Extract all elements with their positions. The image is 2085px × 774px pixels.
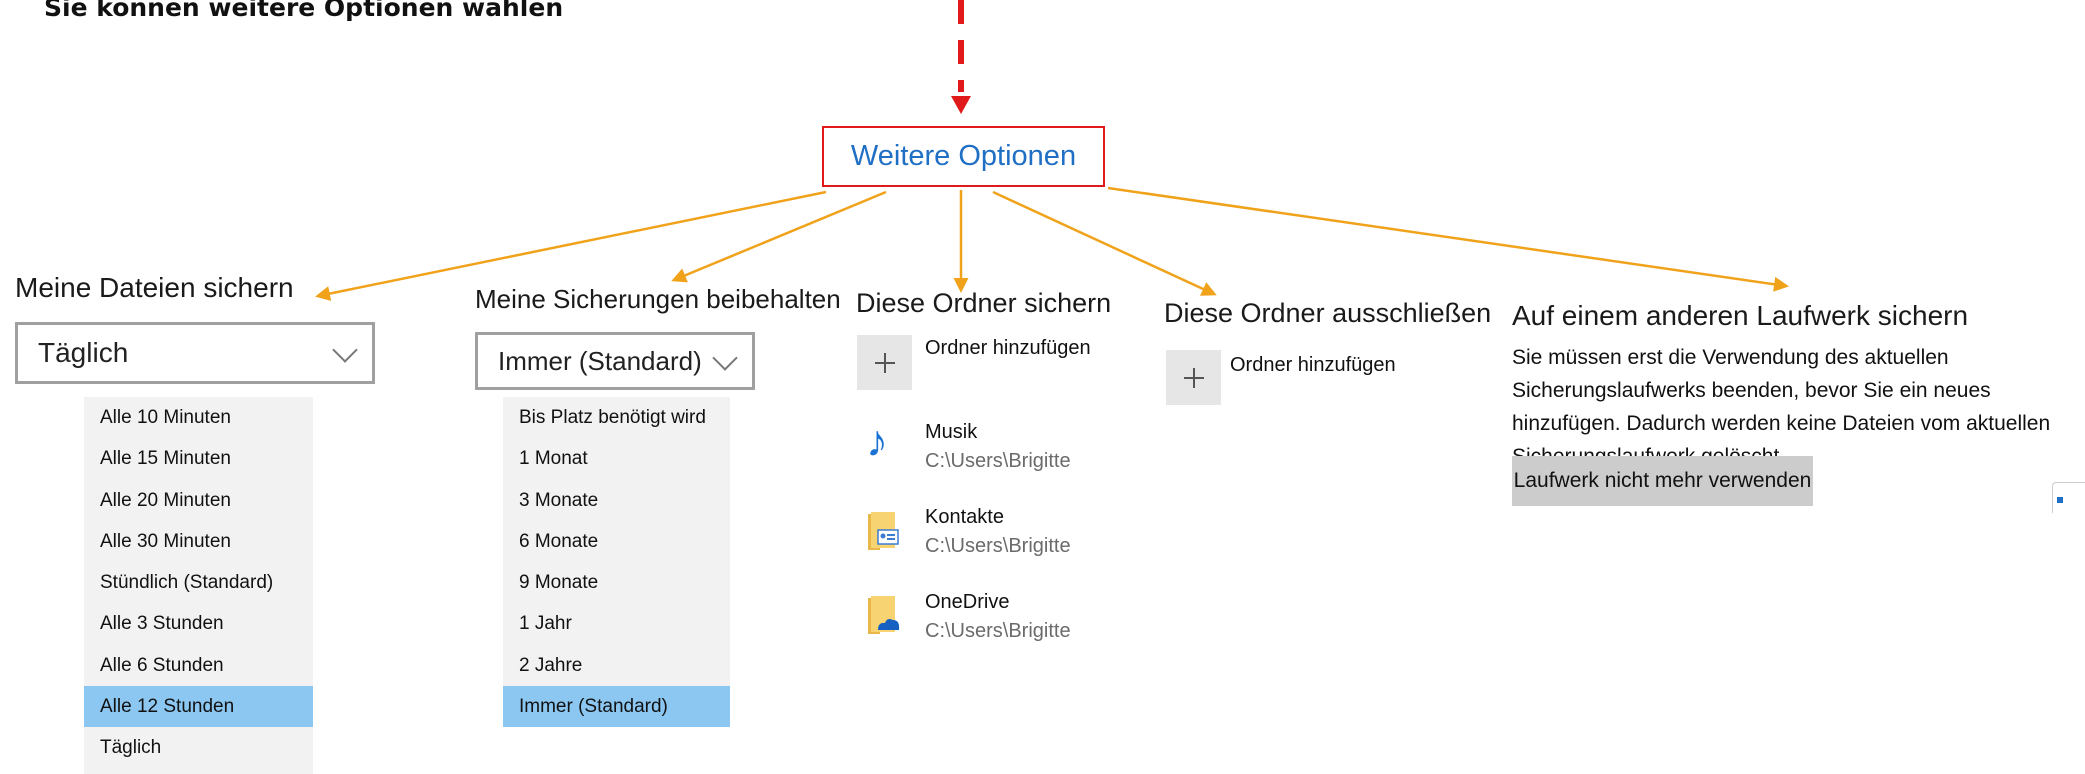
more-options-link[interactable]: Weitere Optionen <box>822 126 1105 187</box>
list-item[interactable]: Alle 15 Minuten <box>84 438 313 479</box>
list-item[interactable]: 1 Monat <box>503 438 730 479</box>
retention-list: Bis Platz benötigt wird 1 Monat 3 Monate… <box>503 397 730 728</box>
list-item[interactable]: Stündlich (Standard) <box>84 562 313 603</box>
folder-path: C:\Users\Brigitte <box>925 535 1071 557</box>
list-item[interactable]: Bis Platz benötigt wird <box>503 397 730 438</box>
backup-frequency-list: Alle 10 Minuten Alle 15 Minuten Alle 20 … <box>84 397 313 774</box>
list-item[interactable]: 9 Monate <box>503 562 730 603</box>
list-item[interactable]: 6 Monate <box>503 521 730 562</box>
list-item-selected[interactable]: Alle 12 Stunden <box>84 686 313 728</box>
dropdown-value: Täglich <box>38 337 129 368</box>
folder-path: C:\Users\Brigitte <box>925 620 1071 642</box>
caption-text: Sie können weitere Optionen wählen <box>44 0 564 22</box>
list-item[interactable]: Alle 6 Stunden <box>84 645 313 686</box>
list-item[interactable]: 2 Jahre <box>503 645 730 686</box>
list-item[interactable]: Täglich <box>84 727 313 768</box>
edge-widget-dot <box>2057 497 2063 503</box>
onedrive-folder-icon <box>868 596 900 634</box>
dropdown-value: Immer (Standard) <box>498 345 702 376</box>
music-note-icon: ♪ <box>866 417 888 466</box>
list-item[interactable]: Alle 10 Minuten <box>84 397 313 438</box>
list-item-selected[interactable]: Immer (Standard) <box>503 686 730 728</box>
list-item[interactable]: Alle 30 Minuten <box>84 521 313 562</box>
red-arrowhead <box>951 96 971 114</box>
folder-name: OneDrive <box>925 591 1010 613</box>
retention-title: Meine Sicherungen beibehalten <box>475 284 841 314</box>
other-drive-description: Sie müssen erst die Verwendung des aktue… <box>1512 346 2051 468</box>
list-item[interactable]: Alle 20 Minuten <box>84 480 313 521</box>
arrow-to-col4 <box>992 190 1217 296</box>
arrow-to-col5 <box>1107 186 1789 292</box>
add-excluded-folder-icon[interactable] <box>1166 350 1221 405</box>
arrow-to-col2 <box>671 190 887 283</box>
folder-path: C:\Users\Brigitte <box>925 450 1071 472</box>
retention-dropdown[interactable]: Immer (Standard) <box>475 332 755 390</box>
add-excluded-folder-link[interactable]: Ordner hinzufügen <box>1230 354 1396 377</box>
stop-using-drive-button[interactable]: Laufwerk nicht mehr verwenden <box>1512 456 1813 506</box>
chevron-down-icon <box>332 337 358 363</box>
add-folder-link[interactable]: Ordner hinzufügen <box>925 337 1091 360</box>
backup-frequency-title: Meine Dateien sichern <box>15 272 294 303</box>
folder-name: Musik <box>925 421 978 443</box>
add-folder-icon[interactable] <box>857 335 912 390</box>
edge-widget <box>2052 482 2085 513</box>
backup-frequency-dropdown[interactable]: Täglich <box>15 322 375 384</box>
folder-name: Kontakte <box>925 506 1004 528</box>
include-folders-title: Diese Ordner sichern <box>856 288 1112 318</box>
other-drive-title: Auf einem anderen Laufwerk sichern <box>1512 300 1969 331</box>
arrow-to-col1 <box>315 190 827 301</box>
list-item[interactable]: Alle 3 Stunden <box>84 603 313 644</box>
exclude-folders-title: Diese Ordner ausschließen <box>1164 298 1492 328</box>
chevron-down-icon <box>712 345 738 371</box>
list-item[interactable]: 1 Jahr <box>503 603 730 644</box>
list-item[interactable]: 3 Monate <box>503 480 730 521</box>
contacts-folder-icon <box>868 512 899 550</box>
